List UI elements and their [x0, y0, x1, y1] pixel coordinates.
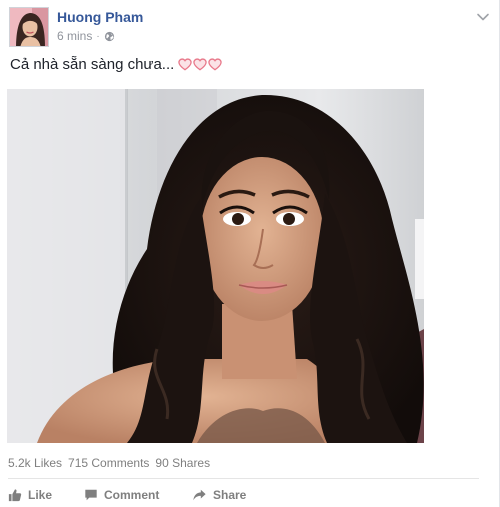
post-text: Cả nhà sẵn sàng chưa... — [10, 56, 175, 73]
portrait-photo — [7, 89, 424, 443]
chevron-down-icon[interactable] — [475, 9, 491, 25]
like-button[interactable]: Like — [8, 487, 84, 503]
globe-icon[interactable] — [104, 31, 115, 42]
share-button[interactable]: Share — [192, 487, 272, 503]
heart-outline-icon — [208, 58, 223, 71]
post-stats: 5.2k Likes 715 Comments 90 Shares — [8, 456, 210, 470]
post-actions: Like Comment Share — [8, 487, 272, 503]
shares-count[interactable]: 90 Shares — [155, 456, 210, 470]
author-name[interactable]: Huong Pham — [57, 9, 143, 25]
likes-count[interactable]: 5.2k Likes — [8, 456, 62, 470]
comment-button[interactable]: Comment — [84, 487, 192, 503]
meta-separator: · — [96, 30, 100, 42]
avatar[interactable] — [9, 7, 49, 47]
post-meta: 6 mins · — [57, 29, 115, 43]
heart-outline-icon — [193, 58, 208, 71]
post-text-row: Cả nhà sẵn sàng chưa... — [10, 56, 223, 73]
facebook-post: Huong Pham 6 mins · Cả nhà sẵn sàng chưa… — [0, 0, 500, 507]
post-photo[interactable] — [7, 89, 424, 443]
post-header: Huong Pham 6 mins · — [9, 7, 491, 51]
share-arrow-icon — [193, 489, 206, 501]
comment-label: Comment — [104, 488, 160, 502]
heart-outline-icon — [178, 58, 193, 71]
share-label: Share — [213, 488, 247, 502]
comment-icon — [85, 489, 97, 501]
divider — [8, 478, 479, 479]
thumbs-up-icon — [8, 489, 22, 502]
like-label: Like — [28, 488, 53, 502]
heart-emojis — [178, 58, 223, 71]
post-timestamp[interactable]: 6 mins — [57, 29, 92, 43]
avatar-image — [10, 8, 48, 46]
comments-count[interactable]: 715 Comments — [68, 456, 149, 470]
